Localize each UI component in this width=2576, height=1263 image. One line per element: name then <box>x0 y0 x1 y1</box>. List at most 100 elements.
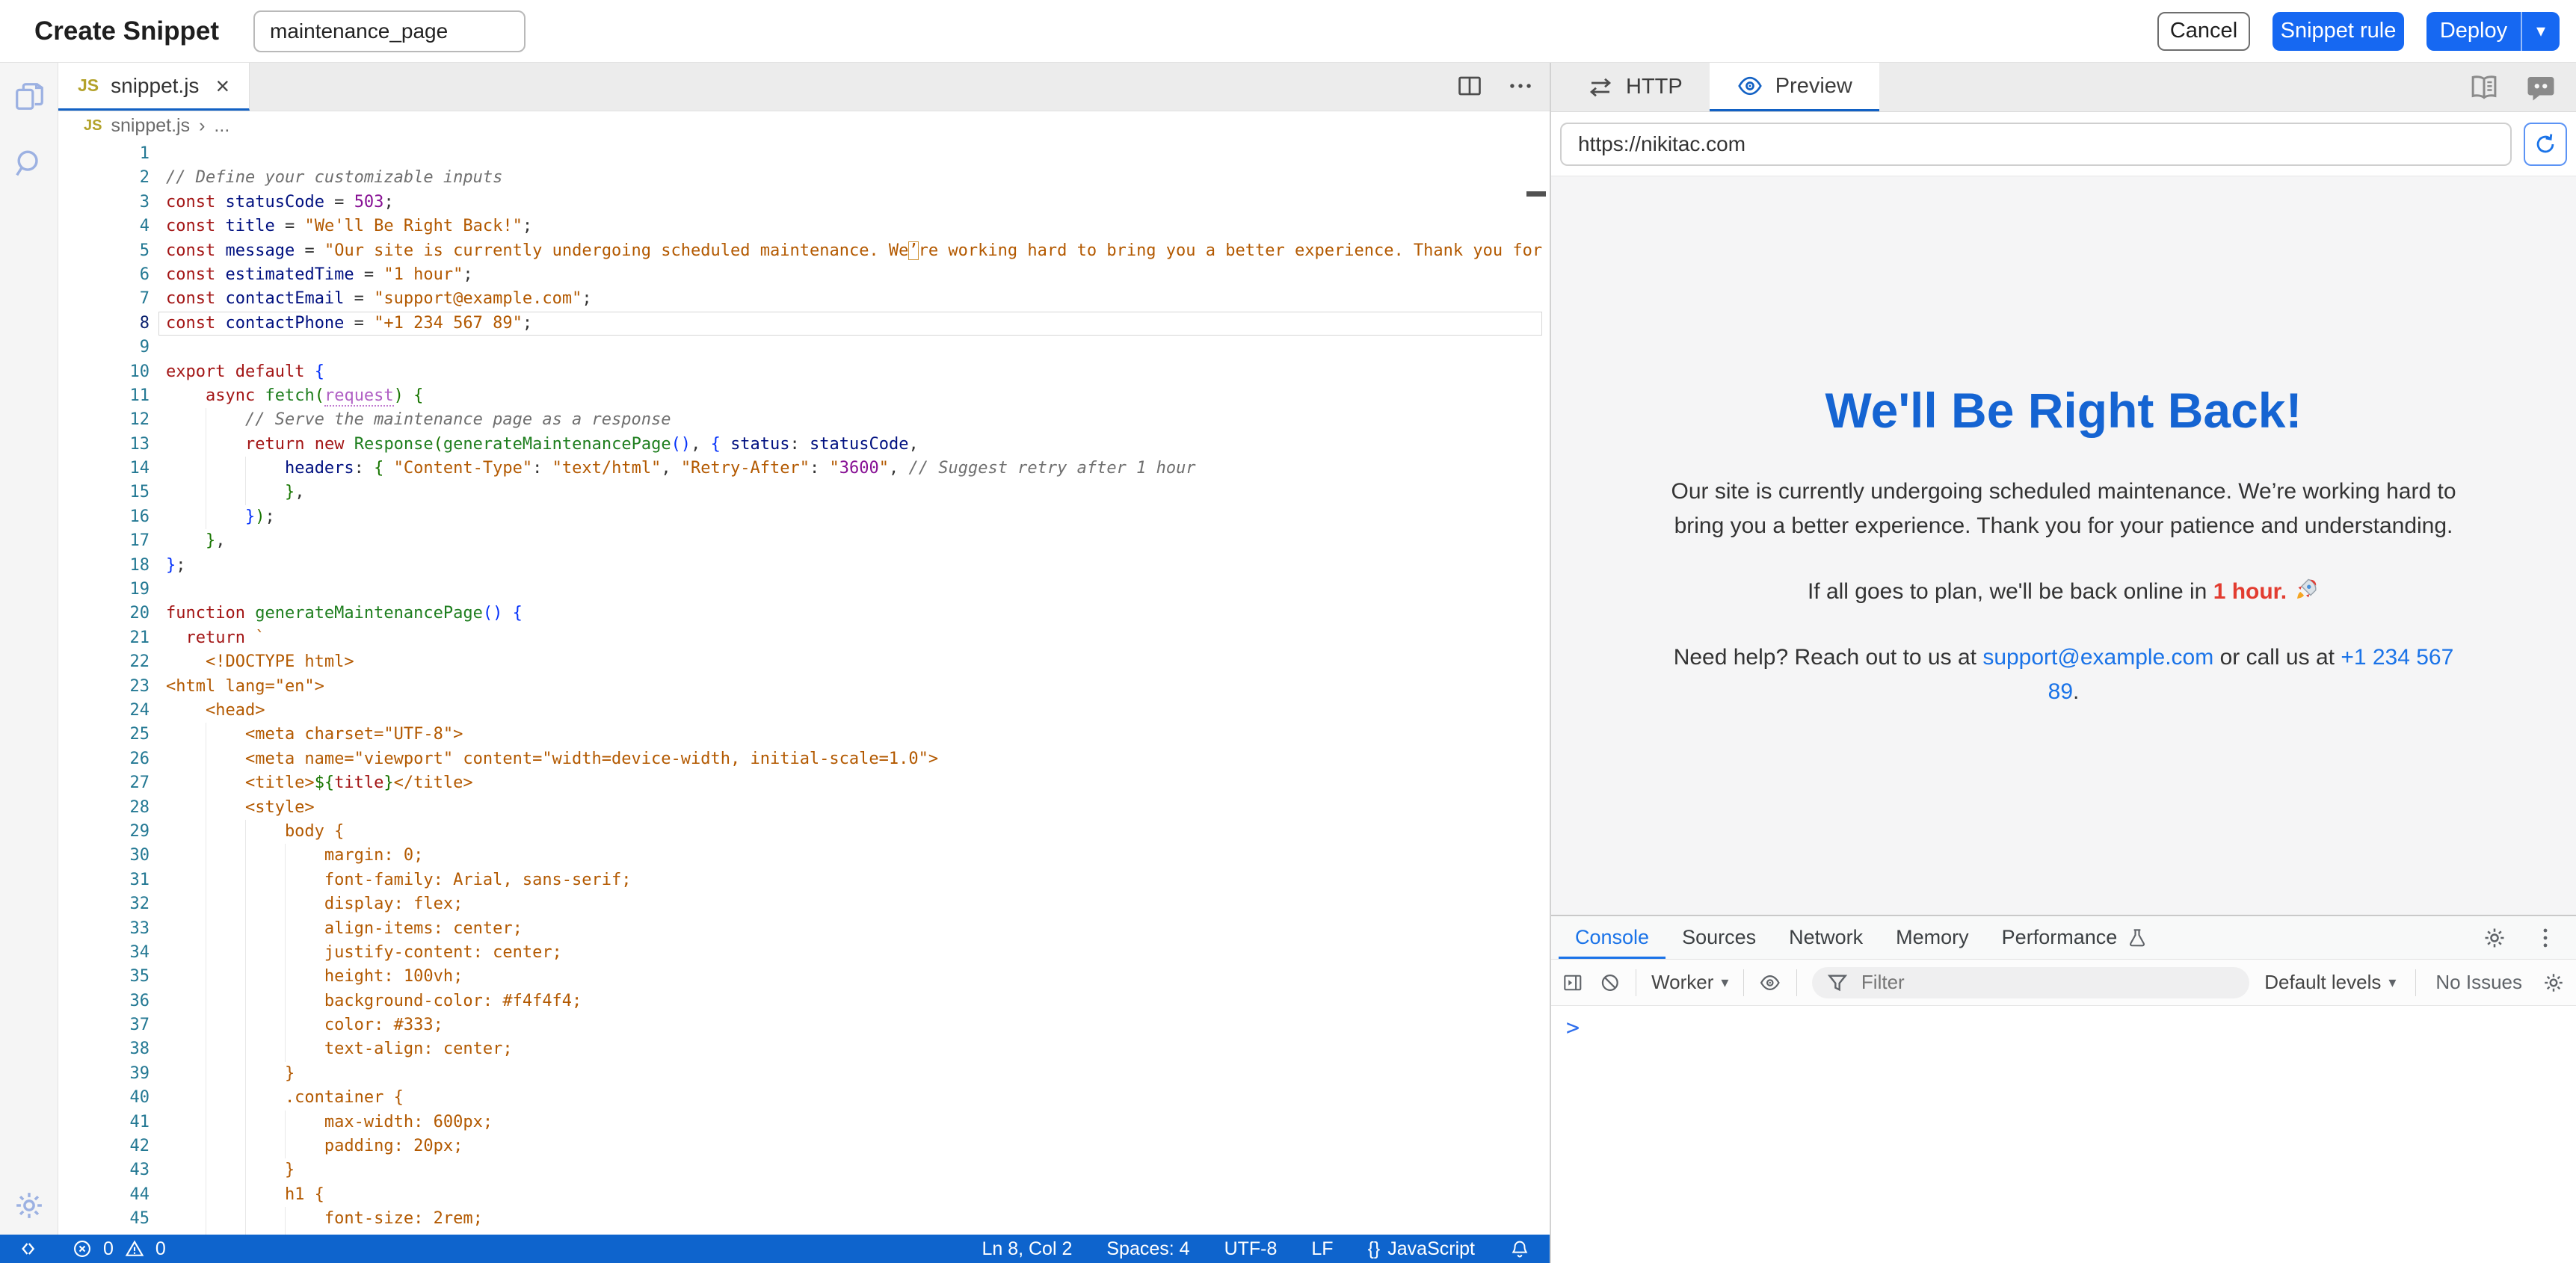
cancel-button[interactable]: Cancel <box>2157 12 2250 51</box>
line-number[interactable]: 26 <box>58 747 150 771</box>
line-number[interactable]: 19 <box>58 578 150 602</box>
line-number[interactable]: 22 <box>58 650 150 674</box>
devtools-settings-gear-icon[interactable] <box>2482 925 2507 951</box>
code-line[interactable]: 7const contactEmail = "support@example.c… <box>58 287 1550 311</box>
code-line[interactable]: 3const statusCode = 503; <box>58 191 1550 214</box>
docs-book-icon[interactable] <box>2468 72 2500 103</box>
breadcrumb-file[interactable]: snippet.js <box>111 115 190 137</box>
tab-memory[interactable]: Memory <box>1879 916 1985 959</box>
code-line[interactable]: 16 }); <box>58 505 1550 529</box>
line-number[interactable]: 33 <box>58 917 150 941</box>
code-line[interactable]: 2// Define your customizable inputs <box>58 166 1550 190</box>
code-line[interactable]: 18}; <box>58 554 1550 578</box>
language-mode[interactable]: {}JavaScript <box>1368 1238 1475 1260</box>
line-number[interactable]: 17 <box>58 529 150 553</box>
line-number[interactable]: 9 <box>58 336 150 359</box>
encoding[interactable]: UTF-8 <box>1224 1238 1278 1260</box>
line-number[interactable]: 25 <box>58 723 150 747</box>
code-line[interactable]: 32 display: flex; <box>58 892 1550 916</box>
line-number[interactable]: 23 <box>58 675 150 699</box>
line-number[interactable]: 36 <box>58 989 150 1013</box>
line-number[interactable]: 34 <box>58 941 150 965</box>
line-number[interactable]: 16 <box>58 505 150 529</box>
support-email-link[interactable]: support@example.com <box>1982 645 2213 670</box>
code-line[interactable]: 35 height: 100vh; <box>58 965 1550 989</box>
code-line[interactable]: 37 color: #333; <box>58 1013 1550 1037</box>
log-levels-dropdown[interactable]: Default levels▾ <box>2264 971 2396 994</box>
console-output[interactable]: > <box>1551 1006 2576 1263</box>
code-line[interactable]: 13 return new Response(generateMaintenan… <box>58 433 1550 457</box>
line-number[interactable]: 27 <box>58 771 150 795</box>
console-settings-gear-icon[interactable] <box>2542 971 2566 995</box>
code-line[interactable]: 23<html lang="en"> <box>58 675 1550 699</box>
line-number[interactable]: 3 <box>58 191 150 214</box>
line-number[interactable]: 35 <box>58 965 150 989</box>
code-line[interactable]: 30 margin: 0; <box>58 844 1550 868</box>
code-line[interactable]: 15 }, <box>58 481 1550 504</box>
code-line[interactable]: 19 <box>58 578 1550 602</box>
console-filter[interactable] <box>1812 967 2249 998</box>
line-number[interactable]: 41 <box>58 1111 150 1134</box>
code-line[interactable]: 17 }, <box>58 529 1550 553</box>
line-number[interactable]: 13 <box>58 433 150 457</box>
code-line[interactable]: 28 <style> <box>58 796 1550 820</box>
deploy-button[interactable]: Deploy <box>2426 12 2521 51</box>
code-line[interactable]: 14 headers: { "Content-Type": "text/html… <box>58 457 1550 481</box>
code-line[interactable]: 10export default { <box>58 360 1550 384</box>
line-number[interactable]: 45 <box>58 1207 150 1231</box>
code-line[interactable]: 11 async fetch(request) { <box>58 384 1550 408</box>
code-line[interactable]: 6const estimatedTime = "1 hour"; <box>58 263 1550 287</box>
code-line[interactable]: 20function generateMaintenancePage() { <box>58 602 1550 626</box>
code-line[interactable]: 9 <box>58 336 1550 359</box>
code-editor[interactable]: 12// Define your customizable inputs3con… <box>58 140 1550 1235</box>
breadcrumb[interactable]: JS snippet.js › ... <box>58 111 1550 140</box>
code-line[interactable]: 38 text-align: center; <box>58 1037 1550 1061</box>
refresh-button[interactable] <box>2524 123 2567 166</box>
line-number[interactable]: 5 <box>58 239 150 263</box>
snippet-rule-button[interactable]: Snippet rule <box>2273 12 2404 51</box>
code-line[interactable]: 12 // Serve the maintenance page as a re… <box>58 408 1550 432</box>
live-expression-eye-icon[interactable] <box>1759 971 1781 995</box>
line-number[interactable]: 29 <box>58 820 150 844</box>
indentation[interactable]: Spaces: 4 <box>1106 1238 1189 1260</box>
kebab-menu-icon[interactable] <box>2533 925 2558 951</box>
line-number[interactable]: 15 <box>58 481 150 504</box>
code-line[interactable]: 45 font-size: 2rem; <box>58 1207 1550 1231</box>
line-number[interactable]: 21 <box>58 626 150 650</box>
warnings-icon[interactable] <box>124 1238 145 1259</box>
code-line[interactable]: 39 } <box>58 1062 1550 1086</box>
close-icon[interactable]: × <box>215 74 229 98</box>
tab-snippet-js[interactable]: JS snippet.js × <box>58 63 250 111</box>
remote-indicator-icon[interactable] <box>19 1238 40 1259</box>
line-number[interactable]: 11 <box>58 384 150 408</box>
line-number[interactable]: 42 <box>58 1134 150 1158</box>
context-selector[interactable]: Worker▾ <box>1651 971 1728 994</box>
code-line[interactable]: 31 font-family: Arial, sans-serif; <box>58 868 1550 892</box>
code-line[interactable]: 24 <head> <box>58 699 1550 723</box>
notifications-bell-icon[interactable] <box>1509 1238 1530 1259</box>
eol-sequence[interactable]: LF <box>1311 1238 1333 1260</box>
code-line[interactable]: 36 background-color: #f4f4f4; <box>58 989 1550 1013</box>
code-line[interactable]: 8const contactPhone = "+1 234 567 89"; <box>58 312 1550 336</box>
url-input[interactable] <box>1560 123 2512 166</box>
snippet-name-input[interactable] <box>253 10 526 52</box>
line-number[interactable]: 10 <box>58 360 150 384</box>
code-line[interactable]: 42 padding: 20px; <box>58 1134 1550 1158</box>
code-line[interactable]: 44 h1 { <box>58 1183 1550 1207</box>
line-number[interactable]: 39 <box>58 1062 150 1086</box>
line-number[interactable]: 2 <box>58 166 150 190</box>
line-number[interactable]: 20 <box>58 602 150 626</box>
line-number[interactable]: 8 <box>58 312 150 336</box>
line-number[interactable]: 28 <box>58 796 150 820</box>
line-number[interactable]: 40 <box>58 1086 150 1110</box>
code-line[interactable]: 29 body { <box>58 820 1550 844</box>
line-number[interactable]: 44 <box>58 1183 150 1207</box>
console-prompt-chevron[interactable]: > <box>1566 1015 1580 1041</box>
line-number[interactable]: 38 <box>58 1037 150 1061</box>
line-number[interactable]: 14 <box>58 457 150 481</box>
tab-sources[interactable]: Sources <box>1666 916 1772 959</box>
discord-icon[interactable] <box>2525 72 2557 103</box>
deploy-dropdown-button[interactable]: ▾ <box>2521 12 2560 51</box>
code-line[interactable]: 5const message = "Our site is currently … <box>58 239 1550 263</box>
code-line[interactable]: 33 align-items: center; <box>58 917 1550 941</box>
